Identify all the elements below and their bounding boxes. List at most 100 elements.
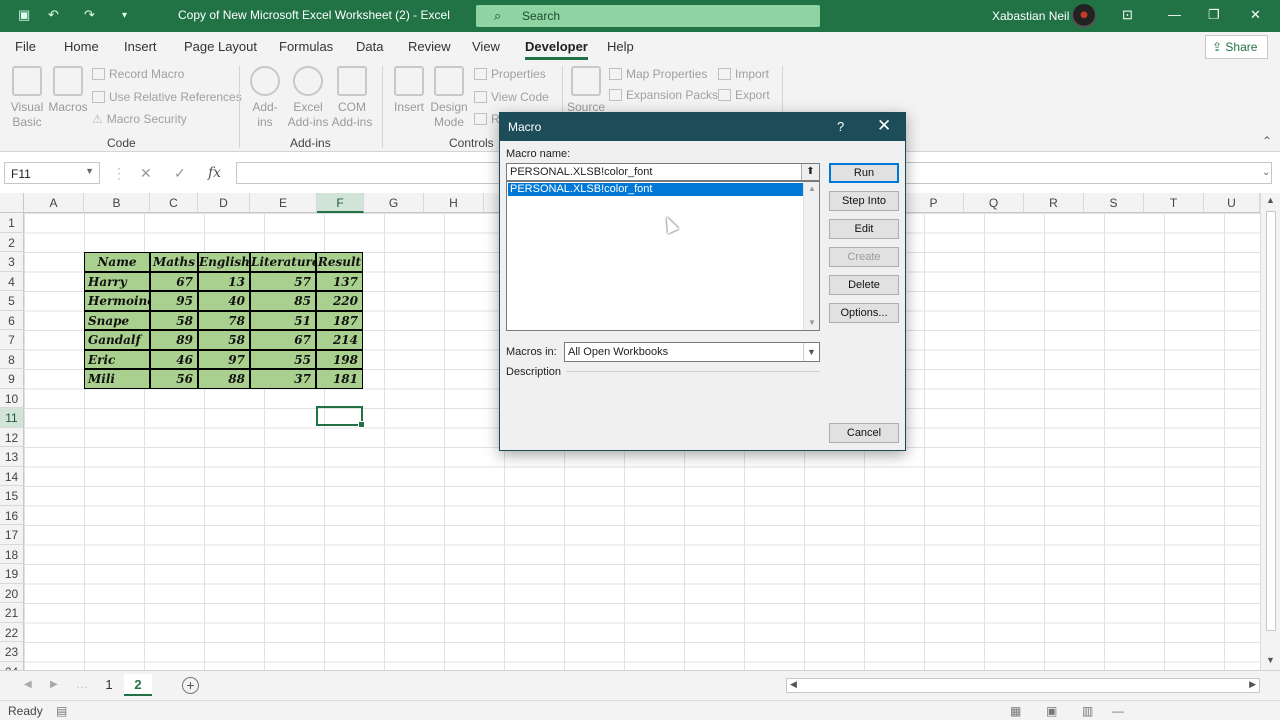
macro-list-item[interactable]: PERSONAL.XLSB!color_font — [508, 183, 803, 196]
table-cell[interactable]: Hermoine — [84, 291, 150, 311]
step-into-button[interactable]: Step Into — [829, 191, 899, 211]
sheet-tab-1[interactable]: 1 — [96, 674, 122, 696]
column-header-s[interactable]: S — [1084, 193, 1144, 213]
column-header-e[interactable]: E — [250, 193, 317, 213]
table-header-cell[interactable]: Maths — [150, 252, 198, 272]
dialog-title-bar[interactable]: Macro ? ✕ — [500, 113, 905, 141]
table-cell[interactable]: Mili — [84, 369, 150, 389]
more-sheets-icon[interactable]: … — [76, 677, 88, 691]
row-header-18[interactable]: 18 — [0, 544, 24, 564]
table-header-cell[interactable]: Name — [84, 252, 150, 272]
table-cell[interactable]: 46 — [150, 349, 198, 369]
table-cell[interactable]: 57 — [250, 271, 316, 291]
macro-list-scrollbar[interactable]: ▲ ▼ — [803, 182, 819, 330]
active-cell-f11[interactable] — [316, 406, 365, 428]
row-header-22[interactable]: 22 — [0, 622, 24, 642]
next-sheet-icon[interactable]: ▶ — [50, 679, 58, 690]
share-button[interactable]: ⇪ Share — [1205, 35, 1268, 59]
row-header-15[interactable]: 15 — [0, 486, 24, 506]
table-cell[interactable]: 137 — [316, 271, 363, 291]
excel-add-ins-button[interactable]: Excel Add-ins — [287, 66, 329, 130]
table-cell[interactable]: 214 — [316, 330, 363, 350]
table-cell[interactable]: 58 — [150, 310, 198, 330]
help-icon[interactable]: ? — [837, 119, 844, 134]
insert-control-button[interactable]: Insert — [392, 66, 426, 115]
cancel-button[interactable]: Cancel — [829, 423, 899, 443]
column-header-g[interactable]: G — [364, 193, 424, 213]
row-header-13[interactable]: 13 — [0, 447, 24, 467]
chevron-down-icon[interactable]: ▼ — [803, 343, 819, 361]
properties-button[interactable]: Properties — [474, 67, 546, 81]
row-header-19[interactable]: 19 — [0, 564, 24, 584]
table-header-cell[interactable]: Literature — [250, 252, 316, 272]
scroll-up-icon[interactable]: ▲ — [1266, 195, 1275, 205]
horizontal-scrollbar[interactable]: ◀ ▶ — [786, 678, 1260, 693]
macros-in-select[interactable]: All Open Workbooks ▼ — [564, 342, 820, 362]
edit-button[interactable]: Edit — [829, 219, 899, 239]
confirm-entry-icon[interactable]: ✓ — [174, 165, 186, 182]
column-header-c[interactable]: C — [150, 193, 198, 213]
restore-icon[interactable]: ❐ — [1208, 7, 1220, 23]
column-header-t[interactable]: T — [1144, 193, 1204, 213]
table-cell[interactable]: 40 — [198, 291, 250, 311]
run-dialog-button[interactable]: R — [474, 112, 500, 126]
tab-insert[interactable]: Insert — [124, 39, 157, 54]
normal-view-icon[interactable]: ▦ — [1010, 704, 1021, 718]
column-header-d[interactable]: D — [198, 193, 250, 213]
ribbon-display-icon[interactable]: ⊡ — [1122, 7, 1133, 23]
table-cell[interactable]: 67 — [250, 330, 316, 350]
view-code-button[interactable]: View Code — [474, 90, 549, 104]
search-box[interactable]: ⌕ Search — [476, 5, 820, 27]
table-cell[interactable]: 97 — [198, 349, 250, 369]
table-cell[interactable]: Snape — [84, 310, 150, 330]
row-header-14[interactable]: 14 — [0, 466, 24, 486]
chevron-down-icon[interactable]: ▼ — [85, 166, 94, 176]
macro-list[interactable]: PERSONAL.XLSB!color_font ▲ ▼ — [506, 181, 820, 331]
create-button[interactable]: Create — [829, 247, 899, 267]
minimize-icon[interactable]: — — [1168, 7, 1181, 22]
scroll-down-icon[interactable]: ▼ — [1266, 655, 1275, 665]
insert-function-icon[interactable]: fx — [208, 165, 221, 181]
table-cell[interactable]: 55 — [250, 349, 316, 369]
row-header-6[interactable]: 6 — [0, 310, 24, 330]
table-cell[interactable]: 95 — [150, 291, 198, 311]
macros-button[interactable]: Macros — [48, 66, 88, 115]
page-layout-view-icon[interactable]: ▣ — [1046, 704, 1057, 718]
tab-formulas[interactable]: Formulas — [279, 39, 333, 54]
use-relative-references-button[interactable]: Use Relative References — [92, 90, 242, 104]
save-icon[interactable]: ▣ — [18, 7, 30, 23]
tab-home[interactable]: Home — [64, 39, 99, 54]
column-header-r[interactable]: R — [1024, 193, 1084, 213]
table-cell[interactable]: 67 — [150, 271, 198, 291]
row-header-3[interactable]: 3 — [0, 252, 24, 272]
scroll-up-icon[interactable]: ▲ — [808, 184, 816, 193]
tab-page-layout[interactable]: Page Layout — [184, 39, 257, 54]
page-break-view-icon[interactable]: ▥ — [1082, 704, 1093, 718]
zoom-out-icon[interactable]: — — [1112, 704, 1124, 718]
table-cell[interactable]: Gandalf — [84, 330, 150, 350]
expand-formula-bar-icon[interactable]: ⌄ — [1262, 167, 1270, 178]
column-header-b[interactable]: B — [84, 193, 150, 213]
design-mode-button[interactable]: Design Mode — [430, 66, 468, 130]
table-cell[interactable]: 56 — [150, 369, 198, 389]
row-header-2[interactable]: 2 — [0, 232, 24, 252]
close-icon[interactable]: ✕ — [877, 116, 891, 136]
table-cell[interactable]: 13 — [198, 271, 250, 291]
table-cell[interactable]: 58 — [198, 330, 250, 350]
tab-view[interactable]: View — [472, 39, 500, 54]
vertical-scrollbar[interactable]: ▲ ▼ — [1260, 193, 1280, 670]
tab-review[interactable]: Review — [408, 39, 451, 54]
table-cell[interactable]: 78 — [198, 310, 250, 330]
undo-icon[interactable]: ↶ — [48, 7, 59, 23]
run-button[interactable]: Run — [829, 163, 899, 183]
collapse-dialog-icon[interactable]: ⬆ — [801, 164, 819, 180]
table-cell[interactable]: 37 — [250, 369, 316, 389]
add-sheet-button[interactable]: + — [182, 677, 199, 694]
table-cell[interactable]: 89 — [150, 330, 198, 350]
table-cell[interactable]: 220 — [316, 291, 363, 311]
collapse-ribbon-icon[interactable]: ⌃ — [1262, 134, 1272, 148]
row-header-11[interactable]: 11 — [0, 408, 24, 428]
row-header-8[interactable]: 8 — [0, 349, 24, 369]
row-header-10[interactable]: 10 — [0, 388, 24, 408]
macro-security-button[interactable]: ⚠ Macro Security — [92, 112, 187, 126]
